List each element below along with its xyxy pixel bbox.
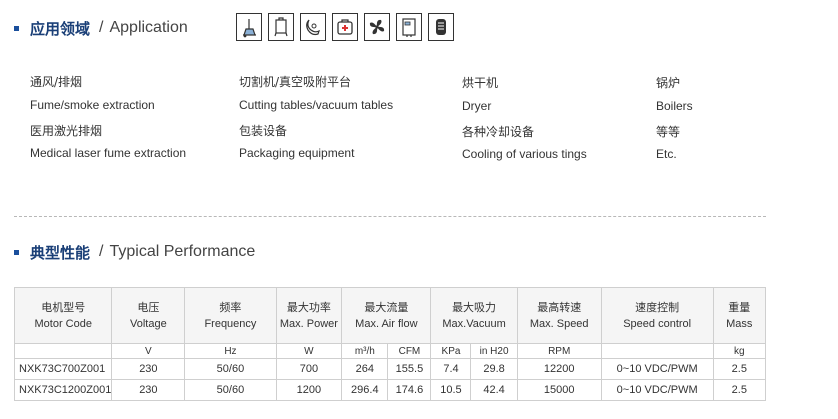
table-cell: 700 xyxy=(275,358,343,380)
header-max-power: 最大功率 Max. Power xyxy=(275,287,343,344)
application-item: 烘干机 xyxy=(462,76,499,90)
header-motor-code: 电机型号 Motor Code xyxy=(13,287,113,344)
table-cell: 2.5 xyxy=(712,358,767,380)
application-item: 医用激光排烟 xyxy=(30,124,103,138)
cooling-icon xyxy=(428,13,454,41)
heading-marker xyxy=(14,25,19,31)
header-speed-control: 速度控制 Speed control xyxy=(600,287,714,344)
table-cell: 29.8 xyxy=(470,358,518,380)
table-cell: 0~10 VDC/PWM xyxy=(600,379,714,401)
table-cell: 1200 xyxy=(275,379,343,401)
application-item: Boilers xyxy=(656,99,693,113)
application-title-en: Application xyxy=(109,19,188,36)
unit-cell: kg xyxy=(712,343,767,359)
table-cell: 230 xyxy=(111,358,186,380)
table-cell: 296.4 xyxy=(341,379,389,401)
unit-cell xyxy=(13,343,113,359)
performance-title-cn: 典型性能 xyxy=(30,243,91,262)
table-cell: 264 xyxy=(341,358,389,380)
application-item: Cutting tables/vacuum tables xyxy=(239,98,394,112)
application-item: 等等 xyxy=(656,125,681,139)
application-list: 通风/排烟 Fume/smoke extraction 医用激光排烟 Medic… xyxy=(30,73,770,173)
table-cell: 230 xyxy=(111,379,186,401)
table-units-row: V Hz W m³/h CFM KPa in H20 RPM kg xyxy=(13,343,767,359)
header-mass: 重量 Mass xyxy=(712,287,767,344)
performance-title-en: Typical Performance xyxy=(109,243,256,260)
boiler-icon xyxy=(396,13,422,41)
header-max-speed: 最高转速 Max. Speed xyxy=(516,287,602,344)
table-row: NXK73C700Z001 230 50/60 700 264 155.5 7.… xyxy=(13,358,767,380)
application-item: Medical laser fume extraction xyxy=(30,146,187,160)
application-icon-row xyxy=(236,13,460,41)
unit-cell: RPM xyxy=(516,343,602,359)
header-voltage: 电压 Voltage xyxy=(111,287,186,344)
application-item: 包装设备 xyxy=(239,124,288,138)
table-cell: 0~10 VDC/PWM xyxy=(600,358,714,380)
application-heading: 应用领域 / Application xyxy=(14,18,188,38)
unit-cell xyxy=(600,343,714,359)
cutting-table-icon xyxy=(268,13,294,41)
table-cell: NXK73C700Z001 xyxy=(13,358,113,380)
unit-cell: KPa xyxy=(430,343,472,359)
table-cell: 15000 xyxy=(516,379,602,401)
header-max-air-flow: 最大流量 Max. Air flow xyxy=(341,287,432,344)
table-cell: 7.4 xyxy=(430,358,472,380)
table-header-row: 电机型号 Motor Code 电压 Voltage 频率 Frequency 最大功… xyxy=(13,287,767,344)
application-item: 通风/排烟 xyxy=(30,75,83,89)
table-cell: 12200 xyxy=(516,358,602,380)
table-cell: NXK73C1200Z001 xyxy=(13,379,113,401)
application-item: Packaging equipment xyxy=(239,146,355,160)
unit-cell: Hz xyxy=(184,343,277,359)
application-item: Dryer xyxy=(462,99,492,113)
application-item: 锅炉 xyxy=(656,76,681,90)
table-cell: 50/60 xyxy=(184,358,277,380)
table-cell: 174.6 xyxy=(387,379,432,401)
application-item: Fume/smoke extraction xyxy=(30,98,155,112)
performance-table: 电机型号 Motor Code 电压 Voltage 频率 Frequency 最大功… xyxy=(13,287,767,401)
application-item: 切割机/真空吸附平台 xyxy=(239,75,352,89)
heading-marker xyxy=(14,249,19,255)
table-row: NXK73C1200Z001 230 50/60 1200 296.4 174.… xyxy=(13,379,767,401)
table-cell: 2.5 xyxy=(712,379,767,401)
application-title-cn: 应用领域 xyxy=(30,19,91,38)
heading-slash: / xyxy=(99,243,104,260)
table-cell: 42.4 xyxy=(470,379,518,401)
application-item: 各种冷却设备 xyxy=(462,125,535,139)
header-frequency: 频率 Frequency xyxy=(184,287,277,344)
vacuum-cleaner-icon xyxy=(236,13,262,41)
unit-cell: V xyxy=(111,343,186,359)
unit-cell: W xyxy=(275,343,343,359)
medical-kit-icon xyxy=(332,13,358,41)
section-divider xyxy=(14,216,766,217)
header-max-vacuum: 最大吸力 Max.Vacuum xyxy=(430,287,518,344)
unit-cell: CFM xyxy=(387,343,432,359)
heading-slash: / xyxy=(99,19,104,36)
table-cell: 50/60 xyxy=(184,379,277,401)
performance-heading: 典型性能 / Typical Performance xyxy=(14,242,255,262)
fan-icon xyxy=(364,13,390,41)
unit-cell: m³/h xyxy=(341,343,389,359)
application-item: Cooling of various tings xyxy=(462,147,587,161)
table-cell: 10.5 xyxy=(430,379,472,401)
table-cell: 155.5 xyxy=(387,358,432,380)
application-item: Etc. xyxy=(656,147,677,161)
dryer-icon xyxy=(300,13,326,41)
unit-cell: in H20 xyxy=(470,343,518,359)
